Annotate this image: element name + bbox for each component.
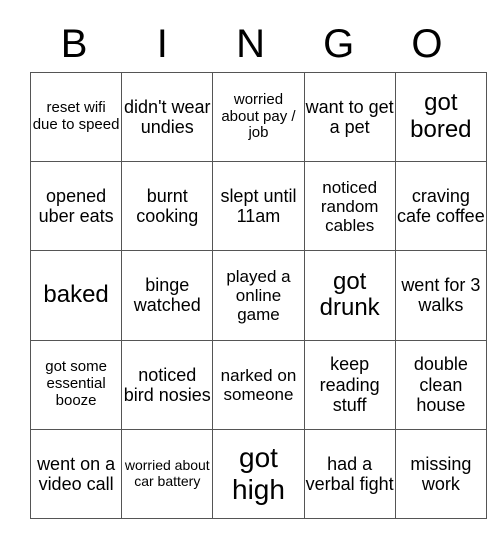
bingo-cell-label: want to get a pet — [305, 96, 394, 138]
bingo-cell[interactable]: reset wifi due to speed — [29, 71, 123, 163]
bingo-card: B I N G O reset wifi due to speed didn't… — [0, 0, 500, 544]
bingo-header-letter-b: B — [60, 22, 88, 66]
bingo-cell-label: didn't wear undies — [124, 96, 211, 138]
bingo-cell[interactable]: double clean house — [394, 339, 487, 430]
bingo-row: went on a video call worried about car b… — [29, 428, 487, 519]
bingo-cell[interactable]: keep reading stuff — [303, 339, 396, 430]
bingo-header-letter-i: I — [156, 22, 168, 66]
bingo-cell[interactable]: had a verbal fight — [303, 428, 396, 519]
bingo-cell-label: got drunk — [319, 267, 380, 322]
bingo-cell-label: baked — [43, 281, 109, 309]
bingo-cell-label: worried about pay / job — [221, 90, 296, 142]
bingo-cell-label: opened uber eats — [38, 186, 114, 227]
bingo-cell-label: went on a video call — [37, 453, 116, 494]
bingo-cell[interactable]: burnt cooking — [121, 161, 214, 252]
bingo-cell[interactable]: got bored — [394, 71, 487, 163]
bingo-cell[interactable]: binge watched — [121, 250, 214, 341]
bingo-cell[interactable]: played a online game — [212, 250, 305, 341]
bingo-cell[interactable]: noticed random cables — [303, 161, 396, 252]
bingo-cell-label: binge watched — [133, 275, 201, 316]
bingo-cell[interactable]: slept until 11am — [212, 161, 305, 252]
bingo-grid: reset wifi due to speed didn't wear undi… — [29, 71, 487, 519]
bingo-row: got some essential booze noticed bird no… — [29, 339, 487, 430]
bingo-cell[interactable]: got high — [212, 428, 305, 519]
bingo-cell-label: slept until 11am — [220, 186, 297, 227]
bingo-cell-label: played a online game — [226, 266, 291, 324]
bingo-header-letter-n: N — [236, 22, 265, 66]
bingo-cell-label: missing work — [410, 453, 472, 494]
bingo-cell[interactable]: want to get a pet — [303, 71, 396, 163]
bingo-cell-label: noticed bird nosies — [123, 364, 211, 405]
bingo-cell-label: keep reading stuff — [319, 354, 380, 415]
bingo-cell-label: narked on someone — [220, 365, 297, 404]
bingo-cell[interactable]: got some essential booze — [29, 339, 123, 430]
bingo-cell[interactable]: narked on someone — [212, 339, 305, 430]
bingo-cell[interactable]: baked — [29, 250, 123, 341]
bingo-cell-label: noticed random cables — [320, 177, 379, 235]
bingo-row: reset wifi due to speed didn't wear undi… — [29, 71, 487, 163]
bingo-cell[interactable]: went on a video call — [29, 428, 123, 519]
bingo-cell-label: double clean house — [413, 354, 468, 415]
bingo-cell[interactable]: worried about car battery — [121, 428, 214, 519]
bingo-cell-label: went for 3 walks — [401, 275, 481, 316]
bingo-cell-label: got bored — [410, 89, 472, 144]
bingo-header-letter-o: O — [411, 22, 443, 66]
bingo-header-row: B I N G O — [30, 18, 471, 70]
bingo-cell[interactable]: noticed bird nosies — [121, 339, 214, 430]
bingo-cell-label: craving cafe coffee — [396, 186, 485, 227]
bingo-cell-label: burnt cooking — [136, 186, 199, 227]
bingo-cell[interactable]: got drunk — [303, 250, 396, 341]
bingo-cell[interactable]: craving cafe coffee — [394, 161, 487, 252]
bingo-cell-label: worried about car battery — [124, 457, 210, 489]
bingo-row: opened uber eats burnt cooking slept unt… — [29, 161, 487, 252]
bingo-cell-label: got some essential booze — [45, 358, 107, 410]
bingo-cell[interactable]: missing work — [394, 428, 487, 519]
bingo-row: baked binge watched played a online game… — [29, 250, 487, 341]
bingo-cell[interactable]: opened uber eats — [29, 161, 123, 252]
bingo-cell-label: had a verbal fight — [305, 453, 394, 494]
bingo-cell[interactable]: didn't wear undies — [121, 71, 214, 163]
bingo-cell-label: got high — [232, 442, 285, 505]
bingo-cell[interactable]: worried about pay / job — [212, 71, 305, 163]
bingo-header-letter-g: G — [323, 22, 355, 66]
bingo-cell-label: reset wifi due to speed — [32, 99, 120, 134]
bingo-cell[interactable]: went for 3 walks — [394, 250, 487, 341]
